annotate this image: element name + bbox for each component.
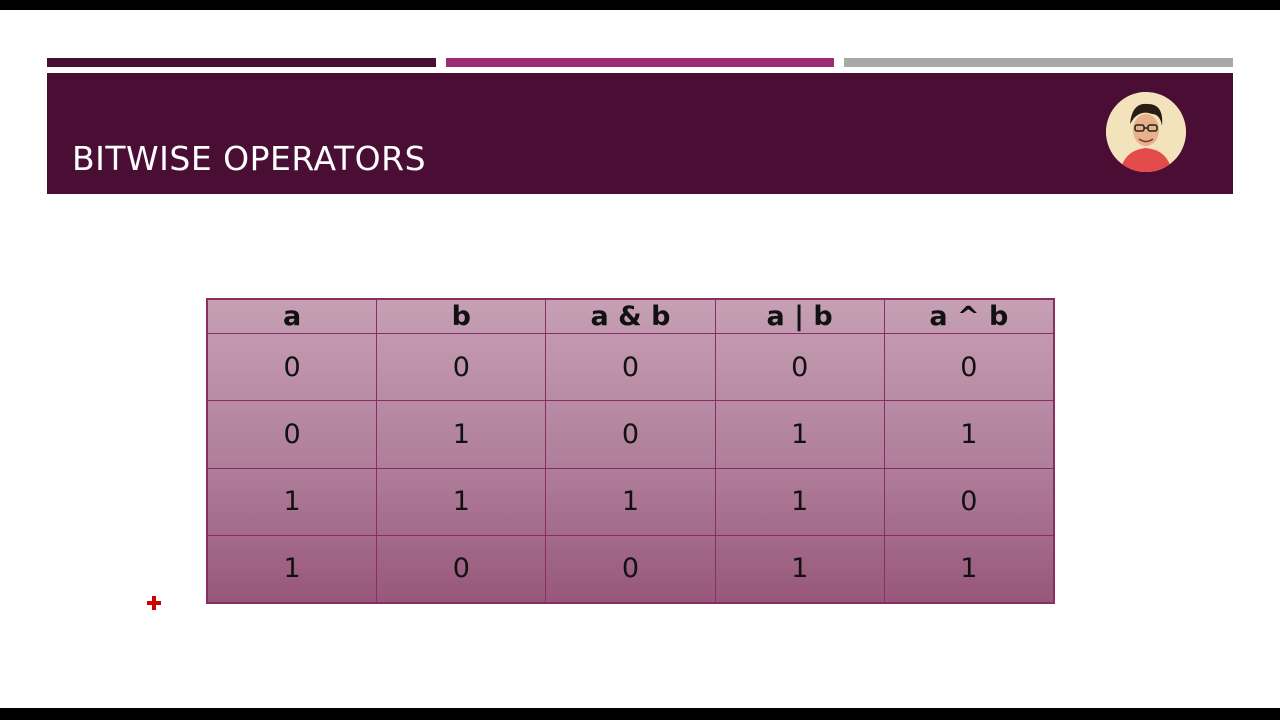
table-row: 0 1 0 1 1	[206, 400, 1055, 469]
table-cell: 1	[206, 467, 378, 536]
accent-bar-middle	[446, 58, 834, 67]
table-row: 1 1 1 1 0	[206, 467, 1055, 536]
header-cell: a | b	[714, 299, 885, 334]
table-cell: 1	[206, 534, 378, 604]
table-cell: 1	[714, 534, 885, 604]
presenter-avatar	[1106, 92, 1186, 172]
header-cell: b	[376, 299, 547, 334]
table-row: 0 0 0 0 0	[206, 332, 1055, 402]
table-cell: 0	[883, 332, 1055, 402]
table-cell: 1	[883, 400, 1055, 469]
table-cell: 0	[206, 400, 378, 469]
table-cell: 1	[376, 400, 547, 469]
table-header-row: a b a & b a | b a ^ b	[206, 299, 1055, 334]
table-cell: 0	[714, 332, 885, 402]
table-row: 1 0 0 1 1	[206, 534, 1055, 604]
table-cell: 0	[206, 332, 378, 402]
accent-bar-right	[844, 58, 1233, 67]
table-cell: 1	[883, 534, 1055, 604]
table-cell: 0	[376, 332, 547, 402]
slide: BITWISE OPERATORS a b a & b a | b a ^ b …	[0, 10, 1280, 708]
title-banner: BITWISE OPERATORS	[47, 73, 1233, 194]
table-cell: 1	[376, 467, 547, 536]
truth-table: a b a & b a | b a ^ b 0 0 0 0 0 0 1 0 1 …	[206, 298, 1055, 604]
header-cell: a & b	[545, 299, 716, 334]
slide-title: BITWISE OPERATORS	[72, 139, 427, 178]
table-cell: 0	[376, 534, 547, 604]
table-cell: 0	[545, 400, 716, 469]
table-cell: 1	[714, 400, 885, 469]
accent-bar-left	[47, 58, 436, 67]
header-cell: a ^ b	[883, 299, 1055, 334]
table-cell: 1	[545, 467, 716, 536]
header-cell: a	[206, 299, 378, 334]
red-cross-pointer-icon	[147, 596, 161, 610]
table-cell: 0	[883, 467, 1055, 536]
table-cell: 0	[545, 534, 716, 604]
table-cell: 0	[545, 332, 716, 402]
table-cell: 1	[714, 467, 885, 536]
